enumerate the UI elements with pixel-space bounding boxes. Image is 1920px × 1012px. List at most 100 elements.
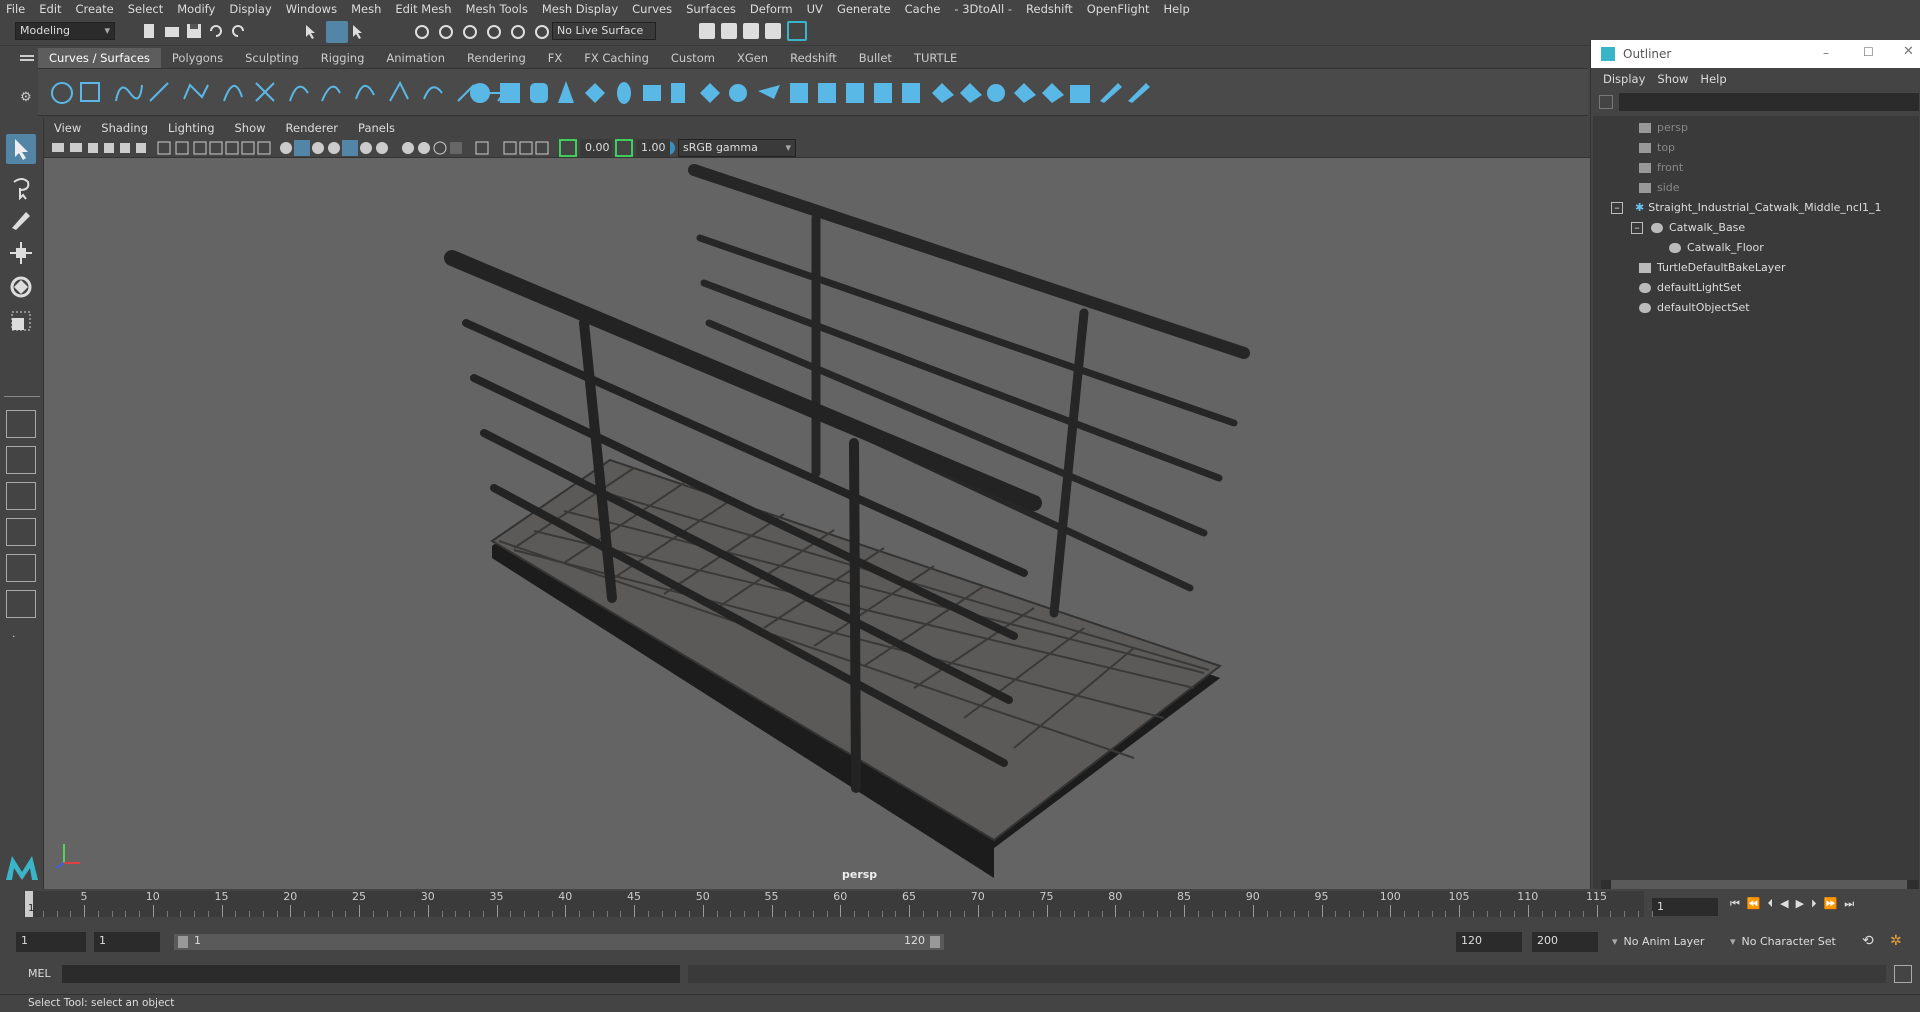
field-chart-icon[interactable] xyxy=(225,141,239,155)
shadows-icon[interactable] xyxy=(376,142,388,154)
toolbox-more-icon[interactable]: · xyxy=(12,630,30,644)
viewport-menu-item[interactable]: View xyxy=(54,121,81,135)
undo-icon[interactable] xyxy=(208,23,224,39)
nurbs-circle-icon[interactable] xyxy=(51,82,73,104)
menu-item[interactable]: Edit Mesh xyxy=(395,2,451,16)
nurbs-plane-icon[interactable] xyxy=(585,83,605,103)
menu-item[interactable]: Create xyxy=(76,2,114,16)
wireframe-icon[interactable] xyxy=(280,142,292,154)
ep-curve-icon[interactable] xyxy=(149,82,169,102)
camera-attributes-icon[interactable] xyxy=(70,143,82,152)
custom-layout-icon[interactable] xyxy=(6,590,36,618)
outliner-item[interactable]: TurtleDefaultBakeLayer xyxy=(1639,258,1786,278)
redo-icon[interactable] xyxy=(230,23,246,39)
grease-pencil-icon[interactable] xyxy=(136,143,146,153)
default-material-icon[interactable] xyxy=(312,142,324,154)
pencil-curve-icon[interactable] xyxy=(183,83,209,100)
play-backwards-icon[interactable]: ◀ xyxy=(1780,897,1788,915)
shelf-tab[interactable]: TURTLE xyxy=(903,48,968,68)
menu-item[interactable]: Cache xyxy=(905,2,941,16)
outliner-item[interactable]: defaultObjectSet xyxy=(1639,298,1750,318)
select-camera-icon[interactable] xyxy=(52,143,64,152)
menu-item[interactable]: Deform xyxy=(750,2,793,16)
viewport-menu-item[interactable]: Renderer xyxy=(286,121,339,135)
motion-blur-icon[interactable] xyxy=(418,142,430,154)
step-back-frame-icon[interactable]: ⏪ xyxy=(1747,897,1761,915)
range-bar[interactable]: 1 120 xyxy=(174,934,944,950)
select-tool-button[interactable] xyxy=(6,134,36,164)
anim-layer-dropdown[interactable]: ▾ No Anim Layer xyxy=(1612,935,1722,948)
command-language-label[interactable]: MEL xyxy=(28,967,51,980)
nurbs-cone-icon[interactable] xyxy=(558,81,574,103)
arc-icon[interactable] xyxy=(223,85,243,102)
step-back-key-icon[interactable]: ⏴ xyxy=(1768,897,1774,915)
viewport-menu-item[interactable]: Panels xyxy=(358,121,395,135)
menu-item[interactable]: Mesh xyxy=(351,2,381,16)
insert-knot-icon[interactable] xyxy=(355,85,375,100)
character-set-dropdown[interactable]: ▾ No Character Set xyxy=(1730,935,1860,948)
shelf-tab[interactable]: Curves / Surfaces xyxy=(38,48,161,68)
menu-item[interactable]: Windows xyxy=(286,2,337,16)
open-close-surfaces-icon[interactable] xyxy=(1042,83,1064,103)
play-forwards-icon[interactable]: ▶ xyxy=(1796,897,1804,915)
viewport-menu-item[interactable]: Show xyxy=(235,121,266,135)
trim-tool-icon[interactable] xyxy=(932,83,954,103)
planar-icon[interactable] xyxy=(700,83,720,103)
lasso-tool-icon[interactable] xyxy=(8,174,34,200)
menu-item[interactable]: Mesh Display xyxy=(542,2,618,16)
bookmarks-icon[interactable] xyxy=(88,143,98,153)
untrim-icon[interactable] xyxy=(960,83,982,103)
bezier-curve-icon[interactable] xyxy=(255,82,275,102)
viewport-menu-item[interactable]: Lighting xyxy=(168,121,214,135)
snap-surface-icon[interactable] xyxy=(509,23,527,41)
range-start-handle[interactable] xyxy=(178,936,188,948)
go-to-start-icon[interactable]: ⏮ xyxy=(1730,897,1740,915)
project-curve-icon[interactable] xyxy=(874,83,892,103)
isolate-select-icon[interactable] xyxy=(475,141,489,155)
select-by-hierarchy-icon[interactable] xyxy=(303,23,321,41)
shelf-tab[interactable]: Polygons xyxy=(161,48,234,68)
shelf-tab[interactable]: Custom xyxy=(660,48,726,68)
snap-view-plane-icon[interactable] xyxy=(485,23,503,41)
playback-end-field[interactable]: 120 xyxy=(1456,932,1522,952)
search-filter-icon[interactable] xyxy=(1599,95,1613,109)
nurbs-square-icon[interactable] xyxy=(80,82,100,102)
gamma-icon[interactable] xyxy=(615,139,633,157)
outliner-menu-item[interactable]: Help xyxy=(1700,72,1726,86)
menu-item[interactable]: Mesh Tools xyxy=(466,2,528,16)
nurbs-cube-icon[interactable] xyxy=(500,83,520,103)
nurbs-sphere-icon[interactable] xyxy=(470,83,490,103)
open-scene-icon[interactable] xyxy=(164,23,180,39)
offset-curve-icon[interactable] xyxy=(423,86,443,100)
detach-curves-icon[interactable] xyxy=(321,85,341,102)
rotate-tool-icon[interactable] xyxy=(8,274,34,300)
color-space-dropdown[interactable]: sRGB gamma ▾ xyxy=(678,139,796,157)
depth-of-field-icon[interactable] xyxy=(450,142,462,154)
outliner-search-input[interactable] xyxy=(1619,93,1919,111)
boundary-icon[interactable] xyxy=(790,83,808,103)
menu-item[interactable]: Generate xyxy=(837,2,891,16)
insert-isoparm-icon[interactable] xyxy=(1070,85,1090,103)
extend-surface-icon[interactable] xyxy=(1100,83,1122,103)
outliner-item[interactable]: – Catwalk_Base xyxy=(1631,218,1745,238)
textured-button[interactable] xyxy=(342,140,358,156)
resolution-gate-icon[interactable] xyxy=(193,141,207,155)
exposure-field[interactable]: 0.00 xyxy=(580,139,612,157)
backface-culling-icon[interactable] xyxy=(535,141,549,155)
outliner-menu-item[interactable]: Show xyxy=(1657,72,1688,86)
collapse-icon[interactable]: – xyxy=(1631,222,1643,234)
safe-action-icon[interactable] xyxy=(241,141,255,155)
gamma-field[interactable]: 1.00 xyxy=(636,139,670,157)
minimize-icon[interactable]: – xyxy=(1823,46,1829,60)
square-surface-icon[interactable] xyxy=(818,83,836,103)
extend-curve-icon[interactable] xyxy=(389,80,409,102)
2d-pan-zoom-icon[interactable] xyxy=(120,143,130,153)
rebuild-surface-icon[interactable] xyxy=(1128,83,1150,103)
shelf-tab[interactable]: Rendering xyxy=(456,48,537,68)
step-forward-key-icon[interactable]: ⏵ xyxy=(1811,897,1817,915)
menu-item[interactable]: Surfaces xyxy=(686,2,736,16)
xray-joints-icon[interactable] xyxy=(503,141,517,155)
mode-dropdown[interactable]: Modeling ▾ xyxy=(15,22,115,40)
perspective-viewport[interactable] xyxy=(44,158,1592,889)
menu-item[interactable]: Redshift xyxy=(1026,2,1073,16)
